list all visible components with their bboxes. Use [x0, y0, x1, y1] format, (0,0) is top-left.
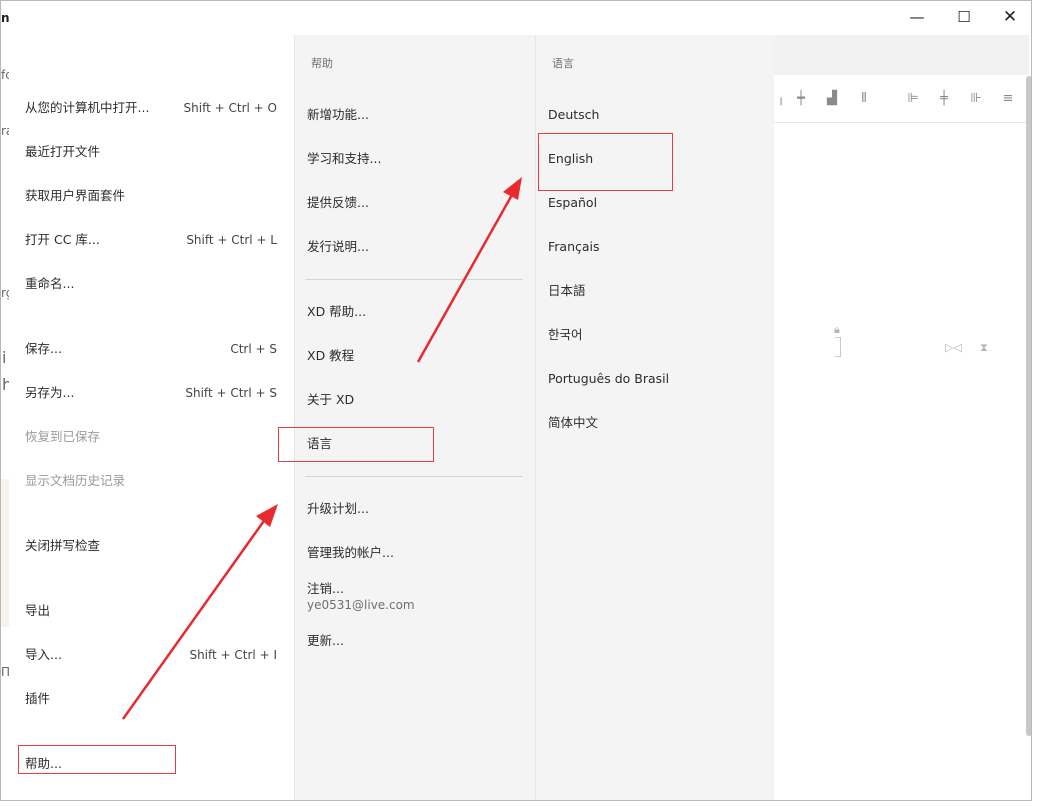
maximize-button[interactable]: ☐	[941, 1, 987, 33]
align-top-icon[interactable]: ≡	[1000, 91, 1016, 107]
menu-item-whats-new[interactable]: 新增功能...	[307, 104, 517, 126]
menu-item-updates[interactable]: 更新...	[307, 630, 517, 652]
menu-item-label: 最近打开文件	[25, 144, 101, 159]
distribute-horizontal-icon[interactable]: ┿	[793, 91, 809, 107]
language-option-simplified-chinese[interactable]: 简体中文	[548, 412, 758, 434]
menu-item-shortcut: Ctrl + S	[230, 342, 277, 356]
menu-item-plugins[interactable]: 插件	[25, 688, 277, 710]
menu-item-open-cc-library[interactable]: 打开 CC 库... Shift + Ctrl + L	[25, 229, 277, 251]
align-icon[interactable]: ╷	[773, 91, 789, 107]
align-right-icon[interactable]: ⊪	[968, 91, 984, 107]
menu-item-learn-support[interactable]: 学习和支持...	[307, 148, 517, 170]
menu-item-label: 恢复到已保存	[25, 429, 101, 444]
menu-item-release-notes[interactable]: 发行说明...	[307, 236, 517, 258]
menu-item-shortcut: Shift + Ctrl + S	[185, 386, 277, 400]
menu-item-save[interactable]: 保存... Ctrl + S	[25, 338, 277, 360]
menu-item-label: 重命名...	[25, 276, 75, 291]
flip-vertical-icon[interactable]: ⧗	[980, 341, 988, 355]
menu-item-shortcut: Shift + Ctrl + O	[183, 101, 277, 115]
menu-item-save-as[interactable]: 另存为... Shift + Ctrl + S	[25, 382, 277, 404]
file-menu: 从您的计算机中打开... Shift + Ctrl + O 最近打开文件 获取用…	[9, 35, 293, 800]
menu-item-label: 获取用户界面套件	[25, 188, 126, 203]
app-window: n — ☐ ✕ fc ra rg i h / ct e Π ╷ ┿ ▟ ⫴ ⊫ …	[0, 0, 1032, 801]
menu-item-revert: 恢复到已保存	[25, 426, 277, 448]
flip-horizontal-icon[interactable]: ▷◁	[945, 341, 962, 354]
align-center-icon[interactable]: ╪	[936, 91, 952, 107]
highlight-help-item	[18, 745, 176, 774]
menu-item-manage-account[interactable]: 管理我的帐户...	[307, 542, 517, 564]
highlight-language-item	[278, 427, 434, 462]
constraint-bracket	[835, 337, 841, 357]
menu-item-shortcut: Shift + Ctrl + I	[189, 648, 277, 662]
menu-item-ui-kits[interactable]: 获取用户界面套件	[25, 185, 277, 207]
menu-item-export[interactable]: 导出	[25, 600, 277, 622]
menu-item-upgrade-plan[interactable]: 升级计划...	[307, 498, 517, 520]
language-option-francais[interactable]: Français	[548, 236, 758, 258]
align-toolbar: ╷ ┿ ▟ ⫴ ⊫ ╪ ⊪ ≡	[773, 76, 1029, 123]
minimize-button[interactable]: —	[894, 1, 940, 33]
menu-item-label: 插件	[25, 691, 51, 706]
submenu-heading: 语言	[552, 57, 574, 70]
menu-item-label: 打开 CC 库...	[25, 232, 100, 247]
menu-divider	[305, 279, 523, 280]
menu-item-label: 保存...	[25, 341, 62, 356]
window-title-fragment: n	[1, 11, 10, 25]
menu-item-sign-out[interactable]: 注销...	[307, 578, 517, 600]
language-option-korean[interactable]: 한국어	[548, 324, 758, 346]
lock-icon[interactable]: 🔒︎	[834, 323, 840, 337]
menu-item-label: 关闭拼写检查	[25, 538, 101, 553]
background-text: i	[2, 348, 7, 367]
language-option-espanol[interactable]: Español	[548, 192, 758, 214]
menu-item-about-xd[interactable]: 关于 XD	[307, 389, 517, 411]
menu-item-feedback[interactable]: 提供反馈...	[307, 192, 517, 214]
submenu-heading: 帮助	[311, 57, 333, 70]
align-bottom-icon[interactable]: ▟	[824, 91, 840, 107]
background-panel	[1, 479, 9, 627]
scrollbar[interactable]	[1026, 76, 1031, 736]
distribute-vertical-icon[interactable]: ⫴	[856, 91, 872, 107]
title-bar: n — ☐ ✕	[1, 1, 1031, 35]
menu-item-label: 显示文档历史记录	[25, 473, 126, 488]
menu-item-shortcut: Shift + Ctrl + L	[186, 233, 277, 247]
menu-item-spell-check[interactable]: 关闭拼写检查	[25, 535, 277, 557]
align-left-icon[interactable]: ⊫	[905, 91, 921, 107]
highlight-english-option	[538, 133, 673, 191]
menu-item-xd-tutorials[interactable]: XD 教程	[307, 345, 517, 367]
menu-item-version-history: 显示文档历史记录	[25, 470, 277, 492]
menu-item-xd-help[interactable]: XD 帮助...	[307, 301, 517, 323]
menu-item-label: 从您的计算机中打开...	[25, 100, 150, 115]
menu-divider	[305, 476, 523, 477]
menu-item-recent-files[interactable]: 最近打开文件	[25, 141, 277, 163]
account-email: ye0531@live.com	[307, 598, 415, 612]
menu-item-import[interactable]: 导入... Shift + Ctrl + I	[25, 644, 277, 666]
language-option-japanese[interactable]: 日本語	[548, 280, 758, 302]
menu-item-rename[interactable]: 重命名...	[25, 273, 277, 295]
menu-item-label: 另存为...	[25, 385, 75, 400]
language-option-portuguese-brazil[interactable]: Português do Brasil	[548, 368, 758, 390]
menu-item-open[interactable]: 从您的计算机中打开... Shift + Ctrl + O	[25, 97, 277, 119]
background-header	[773, 35, 1029, 75]
help-submenu: 帮助 新增功能... 学习和支持... 提供反馈... 发行说明... XD 帮…	[294, 35, 535, 800]
language-option-deutsch[interactable]: Deutsch	[548, 104, 758, 126]
close-button[interactable]: ✕	[987, 1, 1031, 33]
menu-item-label: 导出	[25, 603, 51, 618]
menu-item-label: 导入...	[25, 647, 62, 662]
